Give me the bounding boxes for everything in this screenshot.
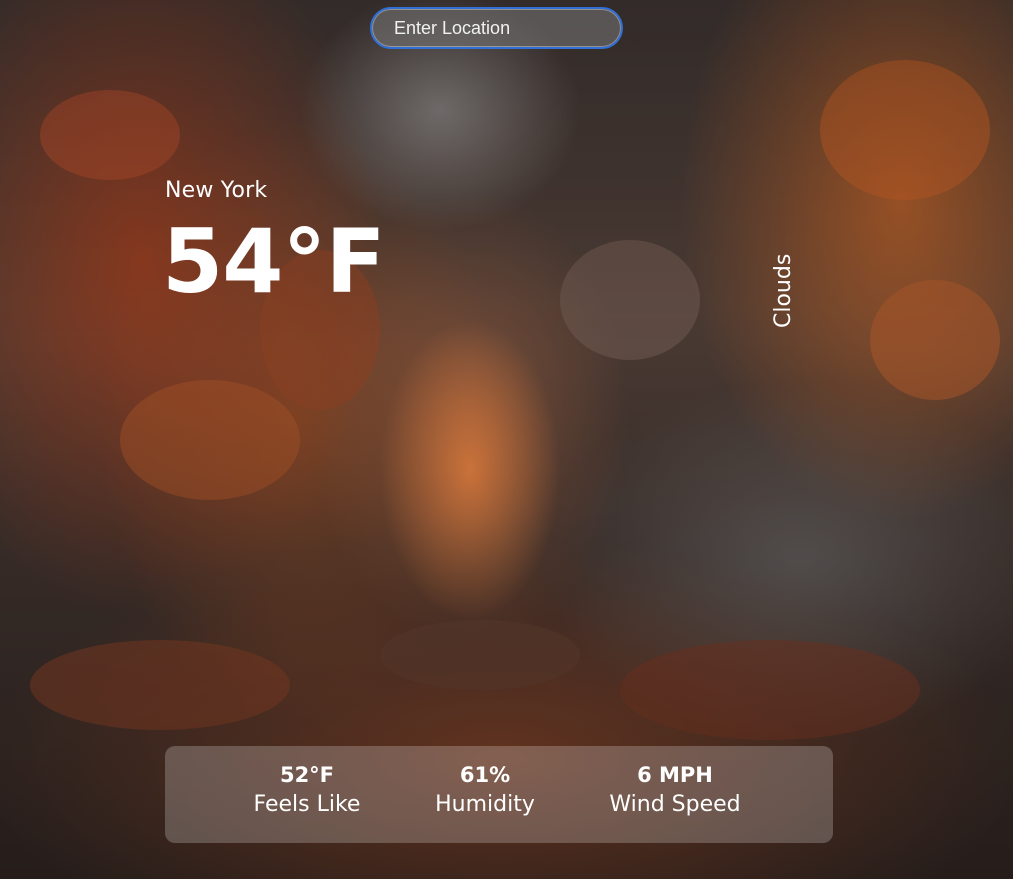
humidity-stat: 61% Humidity <box>425 762 545 822</box>
wind-speed-stat: 6 MPH Wind Speed <box>603 762 747 822</box>
weather-stats-panel: 52°F Feels Like 61% Humidity 6 MPH Wind … <box>165 746 833 843</box>
feels-like-stat: 52°F Feels Like <box>247 762 367 822</box>
feels-like-value: 52°F <box>279 763 335 787</box>
location-name: New York <box>165 178 268 203</box>
wind-speed-value: 6 MPH <box>637 763 713 787</box>
weather-description-container: Clouds <box>771 252 796 332</box>
weather-description: Clouds <box>771 253 796 328</box>
temperature-value: 54°F <box>162 210 386 313</box>
humidity-label: Humidity <box>435 792 535 817</box>
feels-like-label: Feels Like <box>253 792 361 817</box>
location-search-input[interactable] <box>370 7 623 49</box>
wind-speed-label: Wind Speed <box>609 792 741 817</box>
humidity-value: 61% <box>459 763 511 787</box>
